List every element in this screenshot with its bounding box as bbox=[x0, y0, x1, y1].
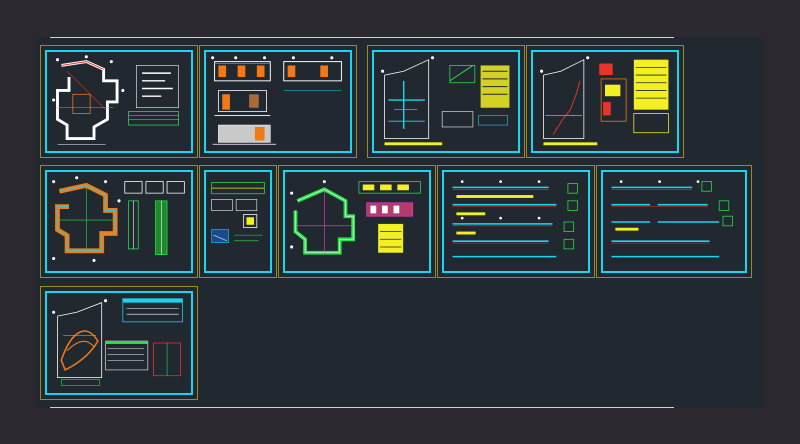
cad-model-space[interactable] bbox=[36, 37, 764, 408]
drawing-sheet-roof-plan[interactable] bbox=[278, 165, 436, 278]
sanitary-a-drawing bbox=[381, 56, 510, 146]
drawing-sheet-beam-details-a[interactable] bbox=[437, 165, 595, 278]
beam-details-a-drawing bbox=[452, 180, 578, 258]
roof-plan-drawing bbox=[290, 180, 421, 255]
bottom-guide-line bbox=[50, 407, 674, 408]
structural-plan-drawing bbox=[52, 176, 185, 262]
drawing-sheet-sanitary-a[interactable] bbox=[367, 45, 525, 158]
elevations-drawing bbox=[211, 56, 342, 145]
floor-plan-drawing bbox=[52, 55, 179, 145]
electrical-plan-drawing bbox=[52, 298, 183, 386]
drawing-sheet-floor-plan[interactable] bbox=[40, 45, 198, 158]
sanitary-b-drawing bbox=[540, 56, 669, 146]
drawing-sheet-structural-details[interactable] bbox=[199, 165, 277, 278]
drawing-sheet-sanitary-b[interactable] bbox=[526, 45, 684, 158]
structural-details-drawing bbox=[211, 182, 265, 243]
drawing-sheet-elevations[interactable] bbox=[199, 45, 357, 158]
drawing-sheet-beam-details-b[interactable] bbox=[596, 165, 752, 278]
beam-details-b-drawing bbox=[611, 180, 734, 258]
drawing-sheet-electrical-plan[interactable] bbox=[40, 286, 198, 400]
drawing-sheet-structural-plan[interactable] bbox=[40, 165, 198, 278]
top-guide-line bbox=[50, 37, 674, 38]
